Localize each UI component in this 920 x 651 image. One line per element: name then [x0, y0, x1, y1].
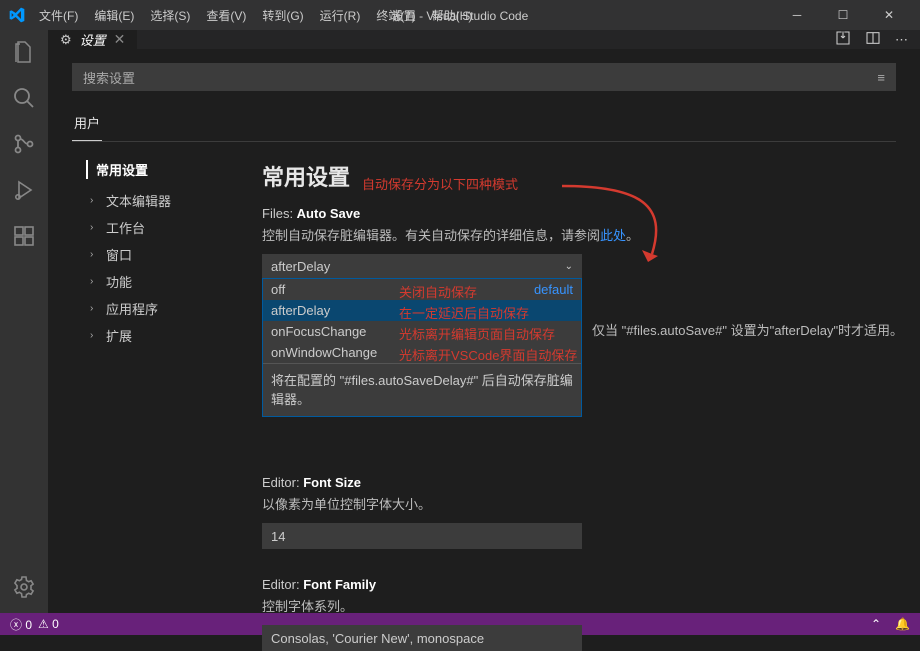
- option-afterdelay[interactable]: afterDelay 在一定延迟后自动保存: [263, 300, 581, 321]
- setting-files-autosave: Files: Auto Save 控制自动保存脏编辑器。有关自动保存的详细信息，…: [262, 206, 876, 417]
- chevron-right-icon: ›: [90, 330, 100, 341]
- close-button[interactable]: ✕: [866, 0, 912, 30]
- option-onwindowchange[interactable]: onWindowChange 光标离开VSCode界面自动保存: [263, 342, 581, 363]
- setting-description: 控制字体系列。: [262, 596, 876, 615]
- settings-editor: 常用设置 自动保存分为以下四种模式 Files: Auto Save 控制自动保…: [242, 150, 896, 651]
- input-value: 14: [271, 529, 285, 544]
- search-icon[interactable]: [10, 84, 38, 112]
- fontfamily-input[interactable]: Consolas, 'Courier New', monospace: [262, 625, 582, 651]
- menu-file[interactable]: 文件(F): [32, 3, 85, 28]
- vscode-logo-icon: [8, 6, 26, 24]
- explorer-icon[interactable]: [10, 38, 38, 66]
- option-onfocuschange[interactable]: onFocusChange 光标离开编辑页面自动保存: [263, 321, 581, 342]
- more-actions-icon[interactable]: ⋯: [895, 32, 908, 48]
- open-settings-json-icon[interactable]: [835, 30, 851, 49]
- title-bar: 文件(F) 编辑(E) 选择(S) 查看(V) 转到(G) 运行(R) 终端(T…: [0, 0, 920, 30]
- settings-gear-icon[interactable]: [10, 573, 38, 601]
- settings-body: 搜索设置 ≡ 用户 常用设置 ›文本编辑器 ›工作台 ›窗口 ›功能 ›应用程序…: [48, 49, 920, 651]
- default-badge: default: [534, 282, 573, 297]
- tab-actions: ⋯: [835, 30, 920, 49]
- editor-tabs: ⚙ 设置 ✕ ⋯: [48, 30, 920, 49]
- toc-item-workbench[interactable]: ›工作台: [86, 214, 242, 241]
- maximize-button[interactable]: ☐: [820, 0, 866, 30]
- tab-close-icon[interactable]: ✕: [114, 31, 126, 48]
- chevron-right-icon: ›: [90, 249, 100, 260]
- toc-item-text-editor[interactable]: ›文本编辑器: [86, 187, 242, 214]
- search-placeholder: 搜索设置: [83, 68, 135, 87]
- settings-toc: 常用设置 ›文本编辑器 ›工作台 ›窗口 ›功能 ›应用程序 ›扩展: [72, 150, 242, 651]
- debug-icon[interactable]: [10, 176, 38, 204]
- option-description: 将在配置的 "#files.autoSaveDelay#" 后自动保存脏编辑器。: [263, 363, 581, 416]
- chevron-right-icon: ›: [90, 195, 100, 206]
- chevron-down-icon: ⌄: [565, 261, 573, 272]
- menu-selection[interactable]: 选择(S): [143, 3, 197, 28]
- extensions-icon[interactable]: [10, 222, 38, 250]
- option-hint: 关闭自动保存: [399, 282, 477, 301]
- setting-editor-fontsize: Editor: Font Size 以像素为单位控制字体大小。 14: [262, 475, 876, 549]
- input-value: Consolas, 'Courier New', monospace: [271, 631, 484, 646]
- dropdown-value: afterDelay: [271, 259, 330, 274]
- window-controls: ─ ☐ ✕: [774, 0, 912, 30]
- option-hint: 光标离开VSCode界面自动保存: [399, 345, 577, 364]
- activity-bar: [0, 30, 48, 613]
- toc-item-window[interactable]: ›窗口: [86, 241, 242, 268]
- section-title: 常用设置: [262, 160, 876, 192]
- filter-icon[interactable]: ≡: [877, 70, 885, 85]
- scope-user-tab[interactable]: 用户: [72, 107, 102, 141]
- autosave-delay-text-tail: 仅当 "#files.autoSave#" 设置为"afterDelay"时才适…: [592, 320, 903, 339]
- window-title: 设置 - Visual Studio Code: [392, 7, 529, 24]
- setting-label: Editor: Font Size: [262, 475, 876, 490]
- chevron-right-icon: ›: [90, 276, 100, 287]
- setting-description: 以像素为单位控制字体大小。: [262, 494, 876, 513]
- autosave-dropdown[interactable]: afterDelay ⌄: [262, 254, 582, 278]
- split-editor-icon[interactable]: [865, 30, 881, 49]
- tab-settings[interactable]: ⚙ 设置 ✕: [48, 30, 138, 49]
- chevron-right-icon: ›: [90, 303, 100, 314]
- setting-label: Files: Auto Save: [262, 206, 876, 221]
- menu-go[interactable]: 转到(G): [255, 3, 310, 28]
- toc-item-application[interactable]: ›应用程序: [86, 295, 242, 322]
- minimize-button[interactable]: ─: [774, 0, 820, 30]
- chevron-right-icon: ›: [90, 222, 100, 233]
- toc-item-features[interactable]: ›功能: [86, 268, 242, 295]
- setting-editor-fontfamily: Editor: Font Family 控制字体系列。 Consolas, 'C…: [262, 577, 876, 651]
- settings-scope-tabs: 用户: [72, 107, 896, 142]
- setting-label: Editor: Font Family: [262, 577, 876, 592]
- fontsize-input[interactable]: 14: [262, 523, 582, 549]
- autosave-help-link[interactable]: 此处: [600, 228, 626, 243]
- option-off[interactable]: off 关闭自动保存 default: [263, 279, 581, 300]
- tab-gear-icon: ⚙: [60, 32, 72, 48]
- menu-view[interactable]: 查看(V): [199, 3, 253, 28]
- status-errors[interactable]: ⓧ 0: [10, 616, 32, 633]
- menu-run[interactable]: 运行(R): [313, 3, 368, 28]
- option-hint: 在一定延迟后自动保存: [399, 303, 529, 322]
- menu-edit[interactable]: 编辑(E): [87, 3, 141, 28]
- toc-item-extensions[interactable]: ›扩展: [86, 322, 242, 349]
- settings-search-input[interactable]: 搜索设置 ≡: [72, 63, 896, 91]
- setting-description: 控制自动保存脏编辑器。有关自动保存的详细信息，请参阅此处。: [262, 225, 876, 244]
- toc-head[interactable]: 常用设置: [86, 160, 242, 179]
- autosave-dropdown-options: off 关闭自动保存 default afterDelay 在一定延迟后自动保存…: [262, 278, 582, 417]
- source-control-icon[interactable]: [10, 130, 38, 158]
- option-hint: 光标离开编辑页面自动保存: [399, 324, 555, 343]
- tab-label: 设置: [80, 30, 106, 49]
